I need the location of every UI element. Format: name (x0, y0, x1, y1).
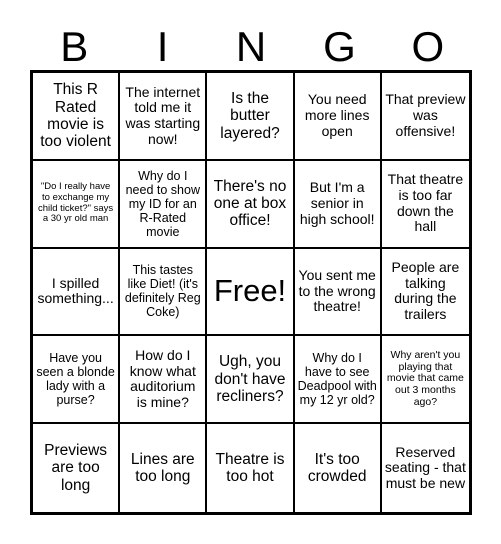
bingo-cell-text: It's too crowded (307, 450, 367, 486)
bingo-cell-text: But I'm a senior in high school! (299, 179, 375, 227)
bingo-cell[interactable]: Reserved seating - that must be new (381, 424, 469, 512)
bingo-cell[interactable]: Why do I need to show my ID for an R-Rat… (120, 160, 208, 249)
bingo-cell-text: This tastes like Diet! (it's definitely … (124, 263, 201, 320)
bingo-cell-text: Why aren't you playing that movie that c… (386, 348, 464, 408)
bingo-cell-text: Reserved seating - that must be new (384, 443, 466, 491)
bingo-cell-text: Free! (213, 273, 287, 309)
bingo-cell-text: Is the butter layered? (220, 89, 280, 142)
bingo-cell[interactable]: That preview was offensive! (381, 73, 469, 161)
bingo-cell-text: Why do I have to see Deadpool with my 12… (297, 351, 377, 408)
bingo-cell-text: "Do I really have to exchange my child t… (38, 181, 114, 225)
bingo-cell[interactable]: Ugh, you don't have recliners? (207, 336, 295, 425)
bingo-cell[interactable]: Have you seen a blonde lady with a purse… (33, 336, 121, 425)
bingo-cell-text: Why do I need to show my ID for an R-Rat… (125, 168, 200, 239)
bingo-cell[interactable]: Why aren't you playing that movie that c… (381, 336, 469, 425)
bingo-cell[interactable]: How do I know what auditorium is mine? (120, 336, 208, 425)
bingo-cell[interactable]: This tastes like Diet! (it's definitely … (120, 248, 208, 337)
bingo-free-space[interactable]: Free! (207, 248, 295, 337)
bingo-header-letter-i: I (156, 23, 169, 70)
bingo-cell[interactable]: Is the butter layered? (207, 73, 295, 161)
bingo-header-letter-o: O (411, 23, 445, 70)
bingo-cell[interactable]: People are talking during the trailers (381, 248, 469, 337)
bingo-cell-text: That preview was offensive! (385, 91, 466, 139)
bingo-cell[interactable]: Why do I have to see Deadpool with my 12… (294, 336, 382, 425)
bingo-cell[interactable]: Theatre is too hot (207, 424, 295, 512)
bingo-cell-text: Have you seen a blonde lady with a purse… (36, 351, 115, 408)
bingo-cell-text: Ugh, you don't have recliners? (214, 353, 286, 405)
bingo-cell-text: You need more lines open (304, 91, 370, 139)
bingo-cell[interactable]: Previews are too long (33, 424, 121, 512)
bingo-cell-text: People are talking during the trailers (391, 259, 460, 323)
bingo-card: B I N G O This R Rated movie is too viol… (0, 0, 501, 544)
bingo-cell[interactable]: This R Rated movie is too violent (33, 73, 121, 161)
bingo-cell[interactable]: I spilled something... (33, 248, 121, 337)
bingo-cell-text: I spilled something... (37, 274, 114, 307)
bingo-cell[interactable]: It's too crowded (294, 424, 382, 512)
bingo-cell-text: You sent me to the wrong theatre! (298, 266, 376, 315)
bingo-cell[interactable]: Lines are too long (120, 424, 208, 512)
bingo-header: B I N G O (30, 17, 472, 69)
bingo-cell[interactable]: There's no one at box office! (207, 160, 295, 249)
bingo-cell-text: The internet told me it was starting now… (125, 83, 201, 147)
bingo-cell[interactable]: But I'm a senior in high school! (294, 160, 382, 249)
bingo-cell[interactable]: You sent me to the wrong theatre! (294, 248, 382, 337)
bingo-header-letter-n: N (235, 23, 267, 70)
bingo-cell-text: How do I know what auditorium is mine? (129, 346, 196, 410)
bingo-cell-text: That theatre is too far down the hall (387, 171, 464, 235)
bingo-header-letter-g: G (323, 23, 356, 70)
bingo-header-letter-b: B (60, 23, 89, 70)
bingo-cell-text: Lines are too long (130, 450, 195, 486)
bingo-grid: This R Rated movie is too violent The int… (30, 70, 472, 515)
bingo-cell-text: There's no one at box office! (213, 177, 287, 230)
bingo-cell[interactable]: "Do I really have to exchange my child t… (33, 160, 121, 249)
bingo-cell[interactable]: That theatre is too far down the hall (381, 160, 469, 249)
bingo-cell-text: This R Rated movie is too violent (40, 81, 111, 151)
bingo-cell[interactable]: The internet told me it was starting now… (120, 73, 208, 161)
bingo-cell[interactable]: You need more lines open (294, 73, 382, 161)
bingo-cell-text: Previews are too long (44, 442, 108, 494)
bingo-cell-text: Theatre is too hot (215, 450, 285, 486)
